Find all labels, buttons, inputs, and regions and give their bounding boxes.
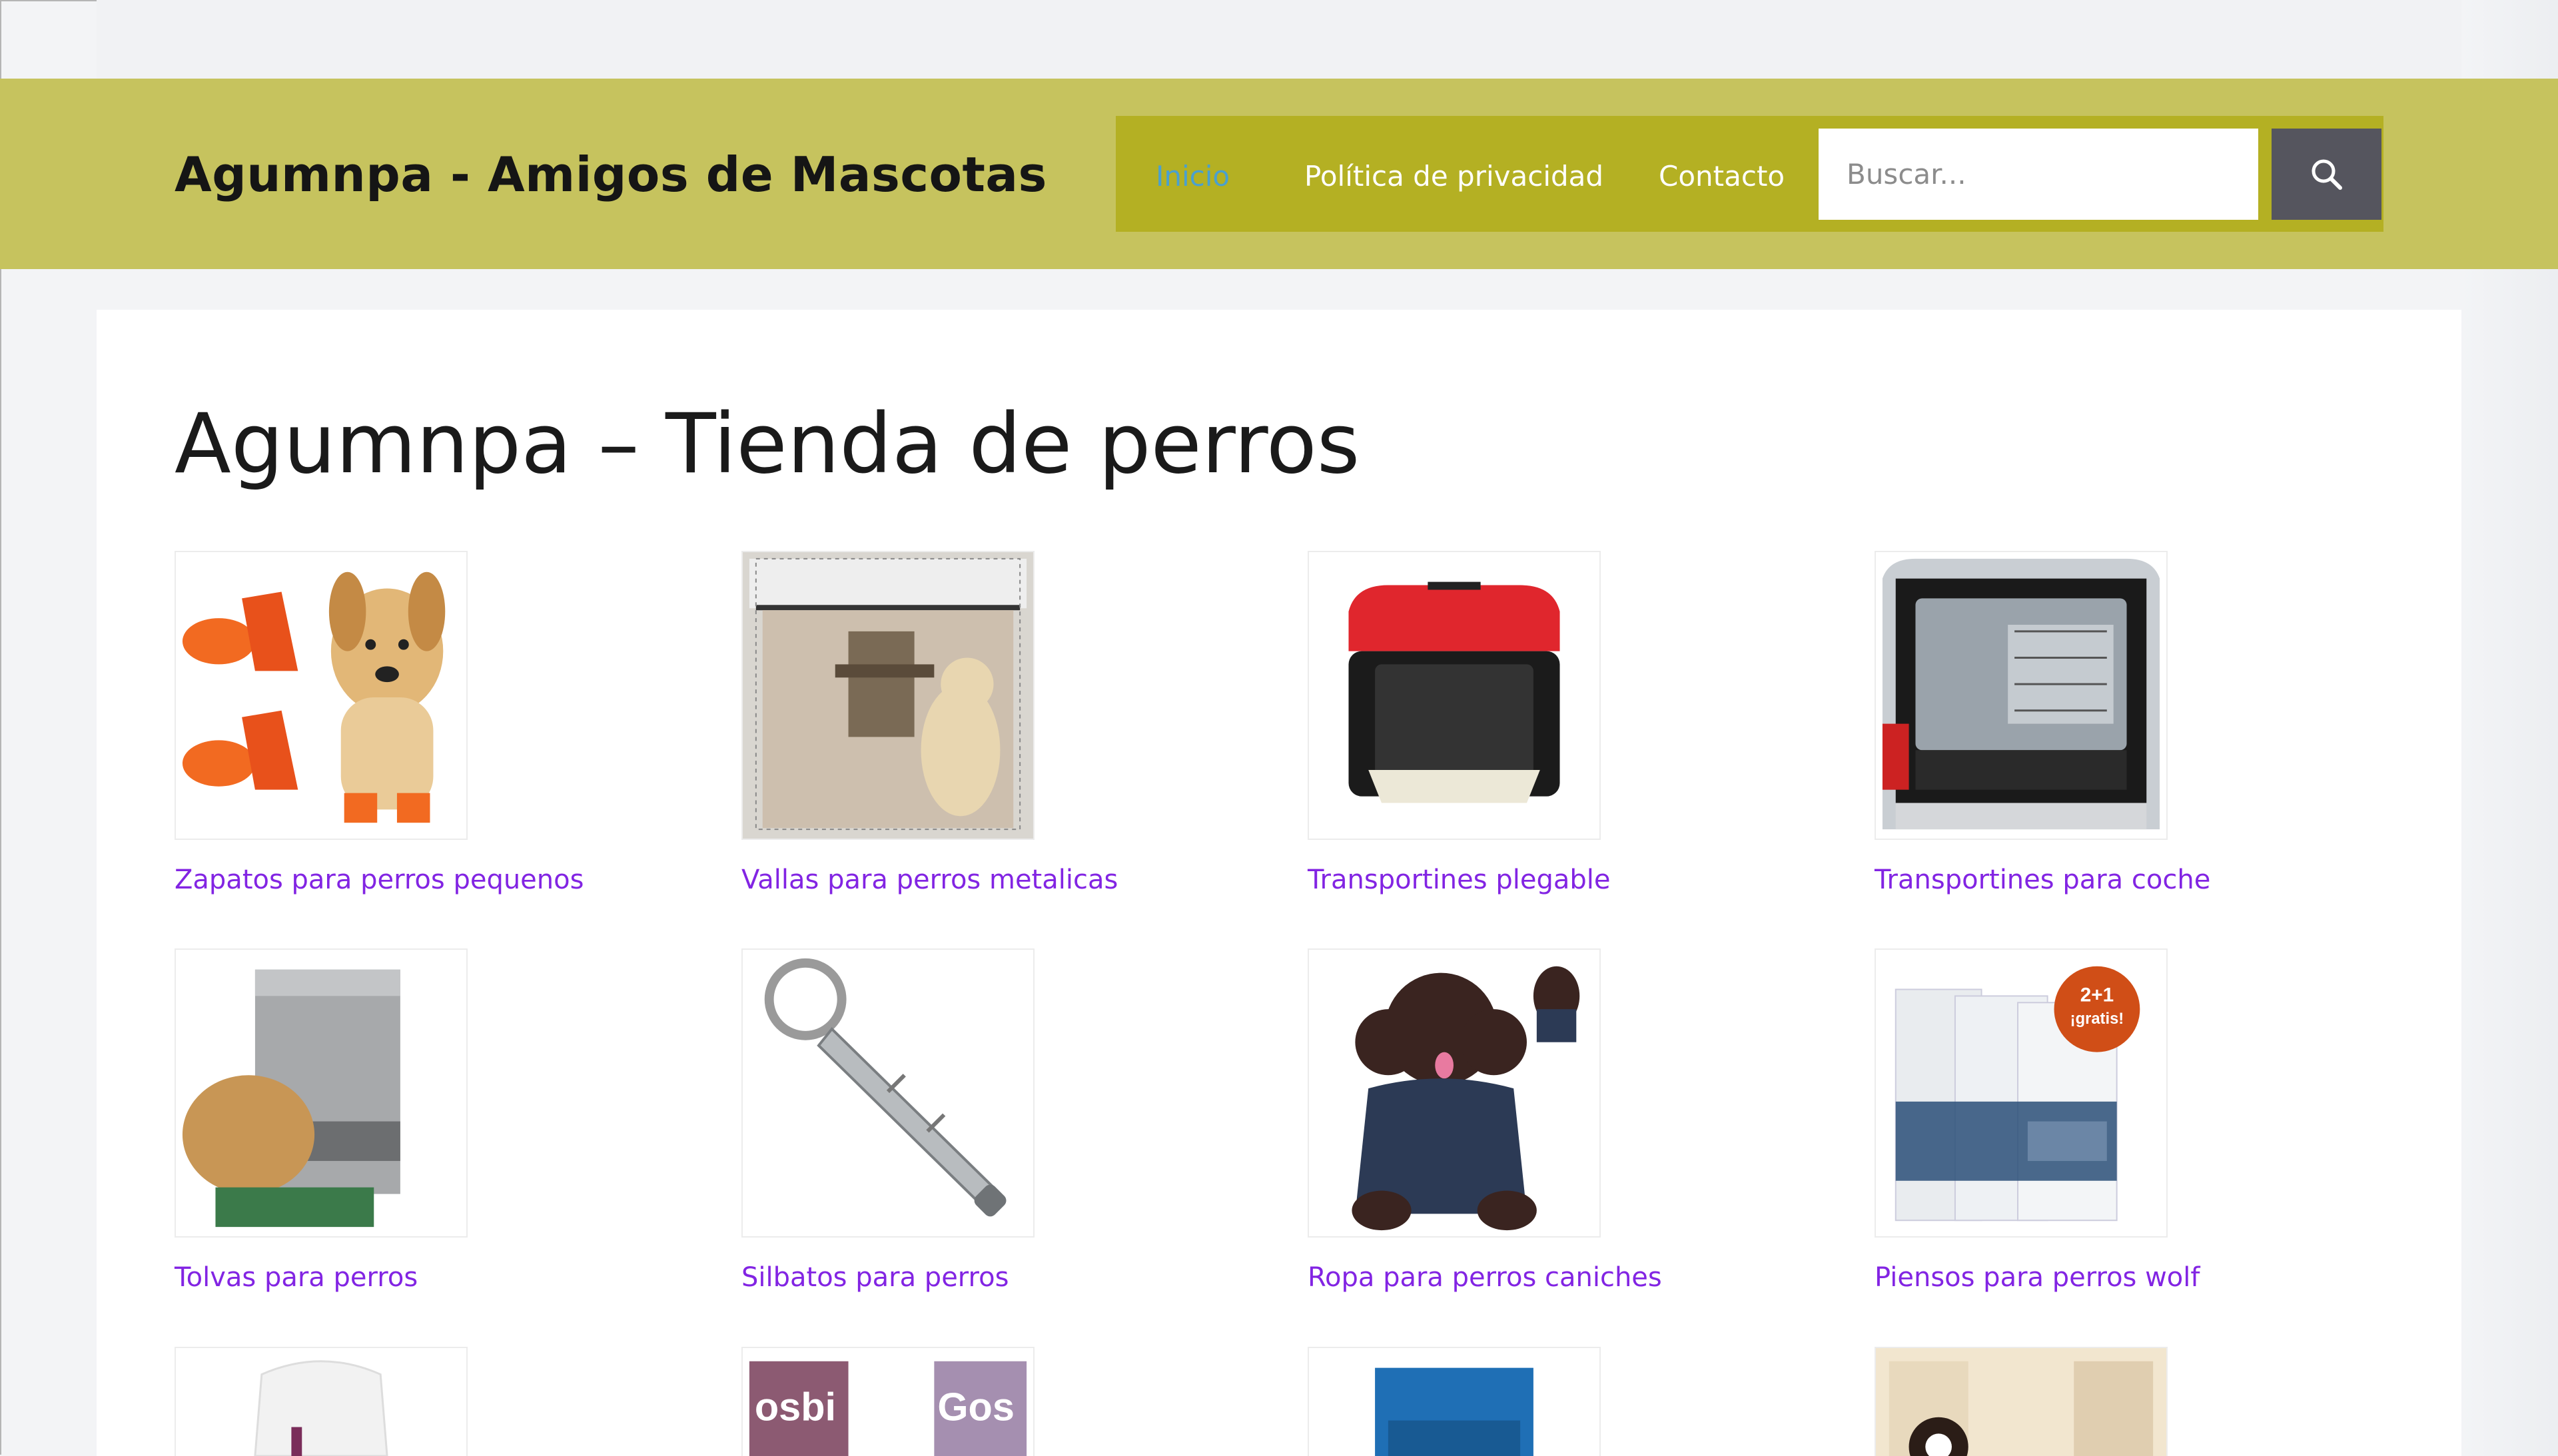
nav-item-contacto[interactable]: Contacto bbox=[1659, 160, 1785, 192]
product-label[interactable]: Ropa para perros caniches bbox=[1308, 1262, 1662, 1293]
search-input[interactable] bbox=[1819, 129, 2258, 220]
product-label[interactable]: Transportines para coche bbox=[1875, 865, 2210, 895]
product-label[interactable]: Zapatos para perros pequenos bbox=[175, 865, 584, 895]
product-image-row3-1[interactable] bbox=[175, 1347, 468, 1456]
nav-item-politica-privacidad[interactable]: Política de privacidad bbox=[1304, 160, 1603, 192]
product-image-row3-4[interactable] bbox=[1875, 1347, 2168, 1456]
search-icon bbox=[2312, 159, 2342, 190]
promo-badge-sub: ¡gratis! bbox=[2070, 1010, 2124, 1028]
product-image-zapatos[interactable] bbox=[175, 551, 468, 840]
product-image-piensos-wolf[interactable]: 2+1 ¡gratis! bbox=[1875, 948, 2168, 1238]
product-image-row3-3[interactable] bbox=[1308, 1347, 1601, 1456]
bag-brand-text: Gos bbox=[937, 1385, 1015, 1429]
product-image-ropa[interactable] bbox=[1308, 948, 1601, 1238]
product-image-silbatos[interactable] bbox=[741, 948, 1035, 1238]
product-label[interactable]: Vallas para perros metalicas bbox=[741, 865, 1118, 895]
product-image-row3-2[interactable]: osbi Gos bbox=[741, 1347, 1035, 1456]
search-button[interactable] bbox=[2272, 129, 2381, 220]
bag-brand-text: osbi bbox=[755, 1385, 836, 1429]
product-image-tolvas[interactable] bbox=[175, 948, 468, 1238]
page-title: Agumnpa – Tienda de perros bbox=[175, 396, 1360, 492]
promo-badge: 2+1 bbox=[2080, 984, 2114, 1006]
site-title-link[interactable]: Agumnpa - Amigos de Mascotas bbox=[175, 147, 1047, 202]
product-image-vallas[interactable] bbox=[741, 551, 1035, 840]
product-label[interactable]: Piensos para perros wolf bbox=[1875, 1262, 2200, 1293]
top-bar bbox=[97, 0, 2461, 79]
product-image-transportines-plegable[interactable] bbox=[1308, 551, 1601, 840]
product-label[interactable]: Transportines plegable bbox=[1308, 865, 1610, 895]
product-label[interactable]: Tolvas para perros bbox=[175, 1262, 418, 1293]
product-label[interactable]: Silbatos para perros bbox=[741, 1262, 1009, 1293]
nav-item-inicio[interactable]: Inicio bbox=[1156, 160, 1230, 192]
product-image-transportines-coche[interactable] bbox=[1875, 551, 2168, 840]
